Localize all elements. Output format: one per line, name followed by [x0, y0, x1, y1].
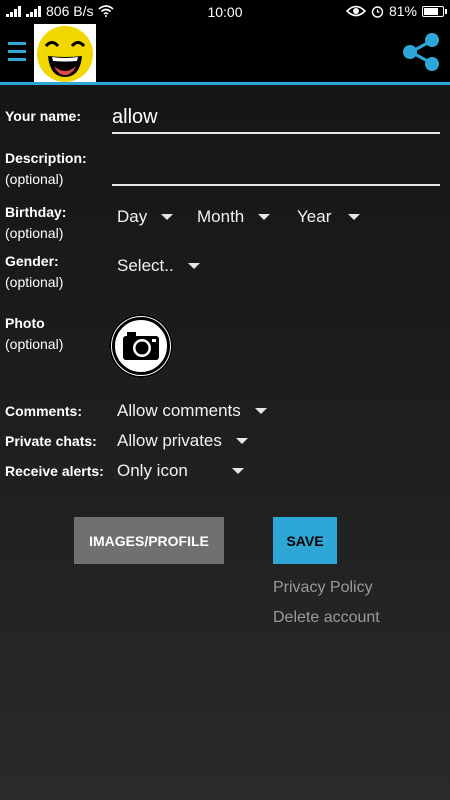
share-icon[interactable] — [400, 31, 442, 78]
chevron-down-icon — [254, 408, 267, 414]
eye-icon — [345, 5, 366, 17]
birthday-year-select[interactable]: Year — [297, 207, 361, 227]
description-label-text: Description: — [5, 150, 87, 166]
laughing-smiley-icon — [34, 24, 96, 82]
gender-label-text: Gender: — [5, 253, 59, 269]
chevron-down-icon — [187, 263, 200, 269]
status-bar: 806 B/s 10:00 81% — [0, 0, 450, 24]
chevron-down-icon — [231, 468, 244, 474]
private-chats-select[interactable]: Allow privates — [117, 431, 248, 451]
photo-label: Photo (optional) — [5, 313, 63, 355]
birthday-month-select[interactable]: Month — [197, 207, 271, 227]
receive-alerts-value: Only icon — [117, 461, 188, 480]
comments-value: Allow comments — [117, 401, 241, 420]
birthday-optional: (optional) — [5, 225, 64, 241]
gender-value: Select.. — [117, 256, 174, 275]
status-right: 81% — [345, 3, 447, 19]
comments-label: Comments: — [5, 403, 83, 419]
gender-select[interactable]: Select.. — [117, 256, 200, 276]
birthday-label: Birthday: (optional) — [5, 202, 66, 244]
birthday-label-text: Birthday: — [5, 204, 67, 220]
delete-account-link[interactable]: Delete account — [273, 609, 380, 627]
receive-alerts-select[interactable]: Only icon — [117, 461, 244, 481]
battery-icon — [422, 5, 447, 17]
photo-label-text: Photo — [5, 315, 45, 331]
birthday-month-value: Month — [197, 207, 245, 226]
images-profile-button[interactable]: IMAGES/PROFILE — [74, 517, 224, 564]
chevron-down-icon — [258, 214, 271, 220]
photo-button[interactable] — [109, 314, 173, 378]
privacy-policy-link[interactable]: Privacy Policy — [273, 579, 373, 597]
birthday-year-value: Year — [297, 207, 332, 226]
comments-select[interactable]: Allow comments — [117, 401, 267, 421]
description-label: Description: (optional) — [5, 148, 87, 190]
name-input[interactable]: allow — [112, 102, 440, 134]
birthday-day-value: Day — [117, 207, 148, 226]
battery-fill — [424, 7, 438, 15]
photo-optional: (optional) — [5, 336, 64, 352]
birthday-day-select[interactable]: Day — [117, 207, 174, 227]
gender-optional: (optional) — [5, 274, 64, 290]
gender-label: Gender: (optional) — [5, 251, 63, 293]
battery-percent: 81% — [388, 3, 417, 19]
chevron-down-icon — [161, 214, 174, 220]
hamburger-menu-icon[interactable] — [8, 42, 26, 64]
private-chats-value: Allow privates — [117, 431, 222, 450]
chevron-down-icon — [348, 214, 361, 220]
save-button[interactable]: SAVE — [273, 517, 337, 564]
receive-alerts-label: Receive alerts: — [5, 463, 104, 479]
private-chats-label: Private chats: — [5, 433, 97, 449]
chevron-down-icon — [235, 438, 248, 444]
description-input[interactable] — [112, 154, 440, 186]
name-label: Your name: — [5, 108, 81, 124]
camera-icon — [112, 317, 170, 375]
alarm-icon — [371, 5, 384, 18]
description-optional: (optional) — [5, 171, 64, 187]
app-bar — [0, 24, 450, 85]
